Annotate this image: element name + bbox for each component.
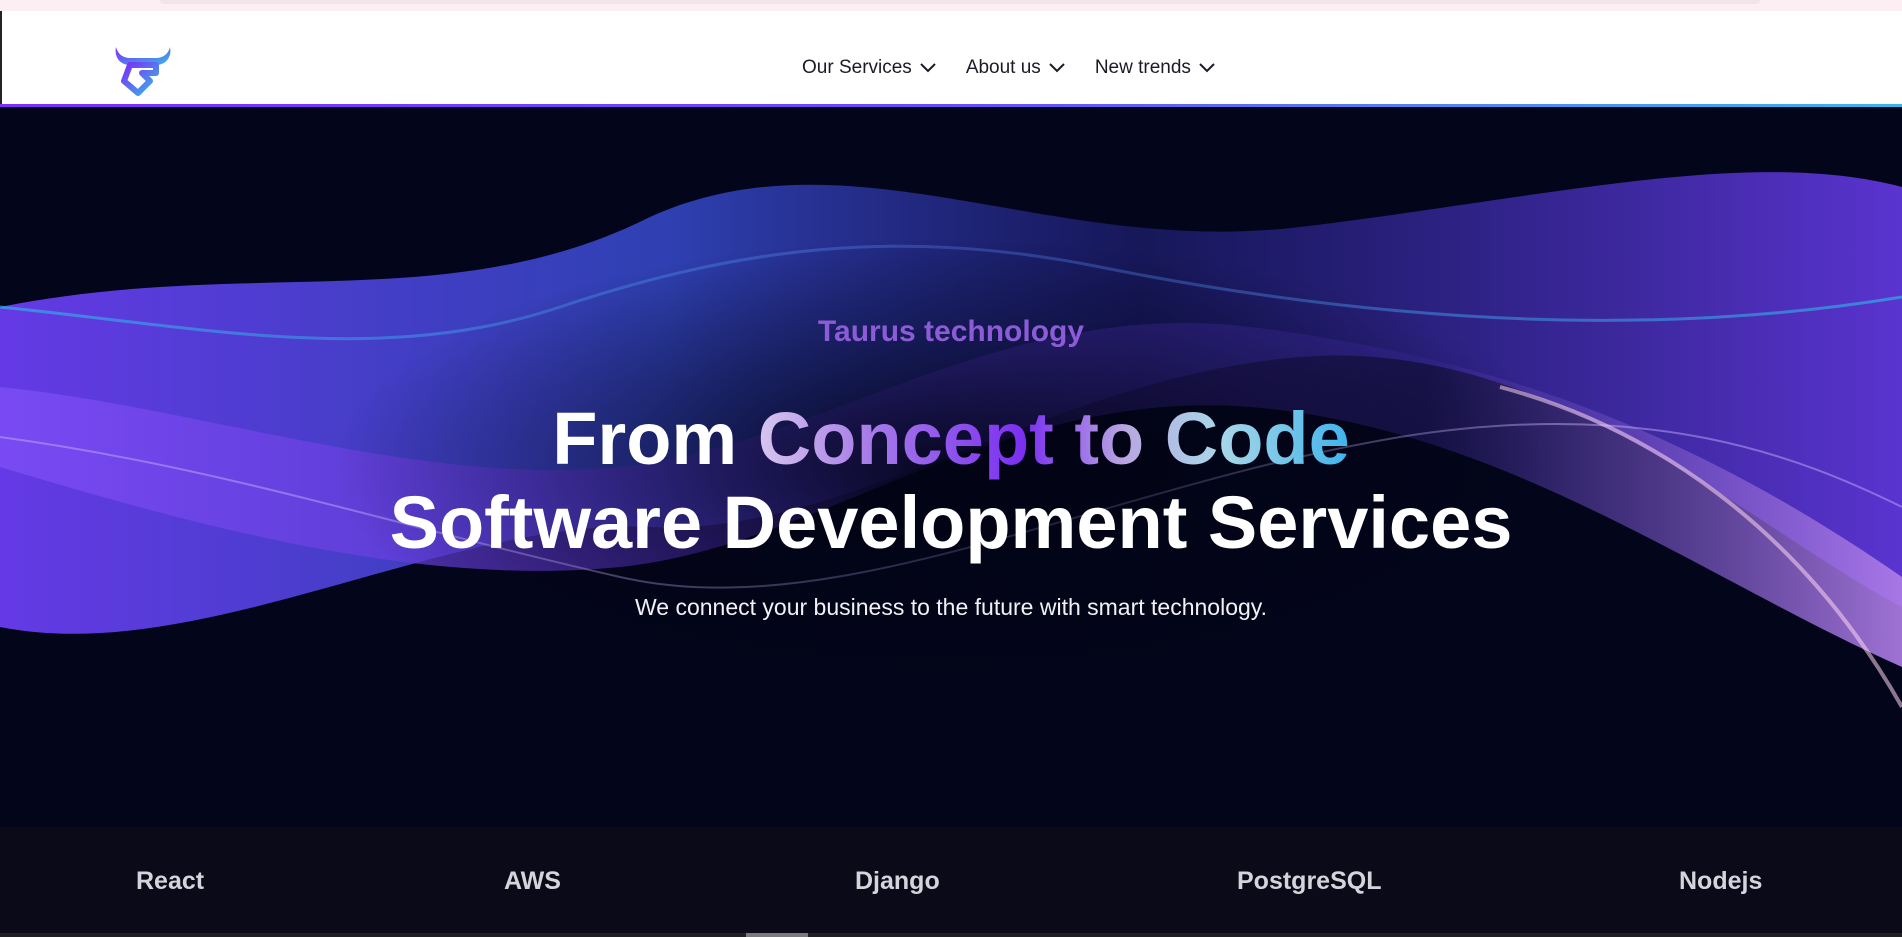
main-nav: Our Services About us New trends <box>802 57 1215 79</box>
headline-line2: Software Development Services <box>389 481 1513 564</box>
headline-part1: From <box>552 397 758 480</box>
chevron-down-icon <box>920 63 936 73</box>
tech-postgresql: PostgreSQL <box>1237 867 1382 895</box>
taurus-logo-icon[interactable] <box>112 43 174 99</box>
chevron-down-icon <box>1199 63 1215 73</box>
tech-nodejs: Nodejs <box>1679 867 1763 895</box>
hero-subline: We connect your business to the future w… <box>635 594 1267 620</box>
headline-gradient-text: Concept to Code <box>757 397 1350 480</box>
horizontal-scrollbar[interactable] <box>0 933 1902 937</box>
navbar: Our Services About us New trends <box>0 11 1902 106</box>
hero-section: Taurus technology From Concept to Code S… <box>0 107 1902 827</box>
tech-django: Django <box>855 867 940 895</box>
nav-our-services-label: Our Services <box>802 57 912 78</box>
tech-aws: AWS <box>504 867 561 895</box>
hero-kicker: Taurus technology <box>817 315 1085 348</box>
chevron-down-icon <box>1049 63 1065 73</box>
nav-about-us-label: About us <box>965 57 1041 78</box>
scrollbar-thumb[interactable] <box>746 933 808 937</box>
nav-about-us[interactable]: About us <box>966 57 1065 79</box>
hero-headline: From Concept to Code Software Developmen… <box>0 397 1902 565</box>
tech-stack-strip: React AWS Django PostgreSQL Nodejs <box>0 827 1902 933</box>
tech-react: React <box>136 867 205 895</box>
nav-new-trends[interactable]: New trends <box>1095 57 1215 79</box>
nav-new-trends-label: New trends <box>1094 57 1191 78</box>
browser-tab-strip <box>160 0 1760 4</box>
nav-our-services[interactable]: Our Services <box>802 57 936 79</box>
